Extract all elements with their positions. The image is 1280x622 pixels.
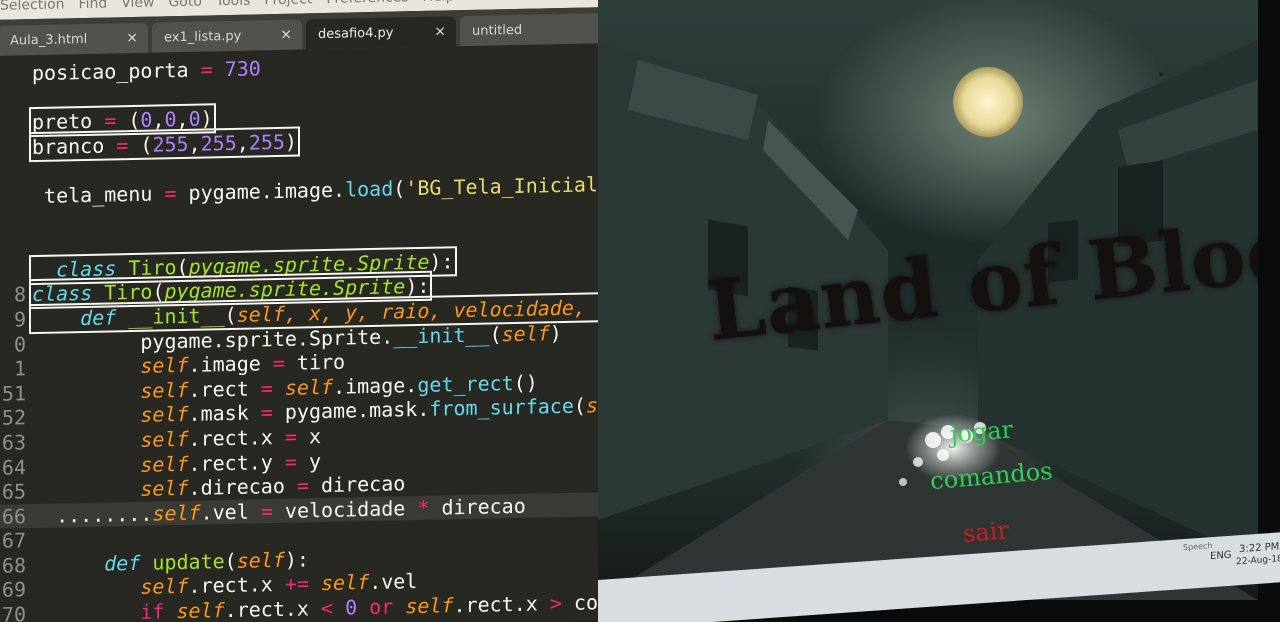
- menu-jogar-button[interactable]: jogar: [949, 415, 1014, 448]
- menu-item-help[interactable]: Help: [423, 0, 455, 11]
- line-number: 9: [13, 307, 26, 332]
- close-icon[interactable]: ×: [126, 30, 138, 46]
- code-text: preto = (0,0,0): [29, 103, 216, 138]
- clock-time[interactable]: 3:22 PM: [1239, 541, 1279, 555]
- menu-item-project[interactable]: Project: [264, 0, 312, 14]
- line-number: 1: [13, 356, 26, 381]
- line-number: 66: [1, 503, 26, 529]
- tab-label: ex1_lista.py: [164, 28, 242, 45]
- code-area[interactable]: posicao_porta = 730 preto = (0,0,0) branco…: [0, 42, 650, 622]
- line-number: 63: [1, 430, 26, 455]
- line-number: [0, 203, 32, 204]
- line-number: 68: [1, 553, 26, 578]
- menu-item-view[interactable]: View: [121, 0, 154, 17]
- tab-label: untitled: [472, 22, 523, 39]
- close-icon[interactable]: ×: [280, 27, 292, 43]
- language-indicator[interactable]: ENG: [1210, 550, 1232, 563]
- line-number: 65: [1, 479, 26, 504]
- line-number: [0, 228, 32, 229]
- menu-item-tools[interactable]: Tools: [216, 0, 251, 15]
- line-number: [0, 80, 32, 81]
- tab-2[interactable]: desafio4.py ×: [306, 16, 456, 50]
- tab-0[interactable]: Aula_3.html ×: [0, 22, 148, 56]
- line-number: [0, 129, 32, 130]
- tab-label: desafio4.py: [318, 25, 394, 42]
- monitor-screen: ➤ Land of Blood jogar comandos sair Spee…: [598, 0, 1280, 622]
- line-number: 70: [1, 602, 26, 622]
- close-icon[interactable]: ×: [434, 23, 446, 39]
- tab-label: Aula_3.html: [10, 31, 88, 49]
- menu-item-preferences[interactable]: Preferences: [326, 0, 408, 13]
- mouse-pointer-icon: ➤: [1158, 68, 1166, 82]
- line-number: 67: [1, 528, 26, 554]
- clock-date[interactable]: 22-Aug-18: [1236, 554, 1280, 567]
- line-number: [0, 105, 32, 106]
- game-window[interactable]: ➤ Land of Blood jogar comandos sair: [598, 0, 1258, 600]
- menu-item-selection[interactable]: Selection: [0, 0, 65, 20]
- code-editor-window: Selection Find View Goto Tools Project P…: [0, 0, 650, 622]
- line-number: 64: [1, 454, 26, 480]
- menu-sair-button[interactable]: sair: [962, 516, 1010, 548]
- line-number: [0, 178, 32, 179]
- tab-1[interactable]: ex1_lista.py ×: [152, 19, 302, 53]
- line-number: 51: [1, 380, 26, 406]
- line-number: 8: [13, 282, 26, 307]
- line-number: [0, 277, 32, 278]
- full-moon: [953, 67, 1023, 137]
- menu-item-goto[interactable]: Goto: [168, 0, 201, 16]
- line-number: 0: [13, 331, 26, 357]
- taskbar-label: Speech: [1183, 541, 1213, 553]
- line-number: 52: [1, 405, 26, 431]
- line-number: [0, 252, 32, 253]
- menu-item-find[interactable]: Find: [79, 0, 108, 18]
- line-number: 69: [1, 577, 26, 603]
- tab-3[interactable]: untitled: [460, 13, 610, 47]
- line-number: [0, 154, 32, 155]
